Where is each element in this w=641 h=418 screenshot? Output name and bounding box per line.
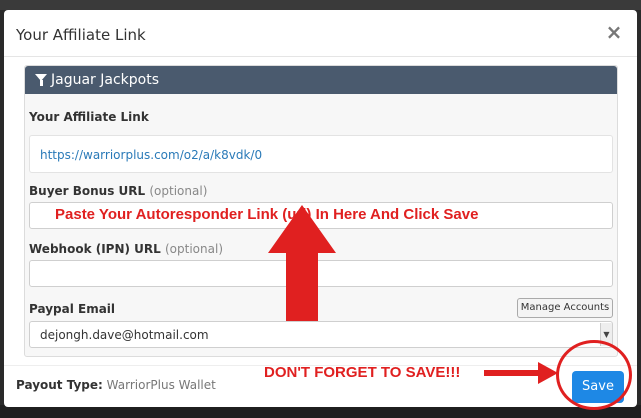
filter-icon [35, 74, 47, 86]
buyer-bonus-label-text: Buyer Bonus URL [29, 184, 146, 198]
up-arrow-annotation [268, 205, 336, 321]
right-arrow-shape [484, 362, 558, 384]
payout-type: Payout Type: WarriorPlus Wallet [16, 378, 216, 392]
panel-title: Jaguar Jackpots [51, 72, 160, 88]
paypal-email-value: dejongh.dave@hotmail.com [40, 328, 209, 342]
affiliate-link-box: https://warriorplus.com/o2/a/k8vdk/0 [29, 135, 613, 173]
paste-instruction-annotation: Paste Your Autoresponder Link (url) In H… [55, 206, 479, 223]
close-icon[interactable]: × [604, 22, 624, 42]
affiliate-link-label: Your Affiliate Link [29, 110, 149, 124]
affiliate-link-url[interactable]: https://warriorplus.com/o2/a/k8vdk/0 [40, 148, 262, 162]
webhook-label-text: Webhook (IPN) URL [29, 242, 161, 256]
right-arrow-annotation [484, 362, 558, 384]
paypal-email-select[interactable]: dejongh.dave@hotmail.com ▼ [29, 321, 613, 348]
panel-header: Jaguar Jackpots [25, 66, 617, 94]
payout-type-label: Payout Type: [16, 378, 103, 392]
up-arrow-shape [268, 205, 336, 321]
paypal-email-label: Paypal Email [29, 302, 116, 316]
header-divider [4, 56, 637, 57]
webhook-label: Webhook (IPN) URL (optional) [29, 242, 223, 256]
buyer-bonus-optional: (optional) [149, 184, 208, 198]
webhook-optional: (optional) [165, 242, 223, 256]
save-reminder-annotation: DON'T FORGET TO SAVE!!! [264, 364, 461, 381]
modal-title: Your Affiliate Link [16, 26, 146, 44]
backdrop-top [0, 0, 641, 10]
buyer-bonus-label: Buyer Bonus URL (optional) [29, 184, 207, 198]
payout-type-value: WarriorPlus Wallet [106, 378, 216, 392]
save-highlight-circle [556, 340, 632, 410]
manage-accounts-button[interactable]: Manage Accounts [517, 298, 613, 318]
